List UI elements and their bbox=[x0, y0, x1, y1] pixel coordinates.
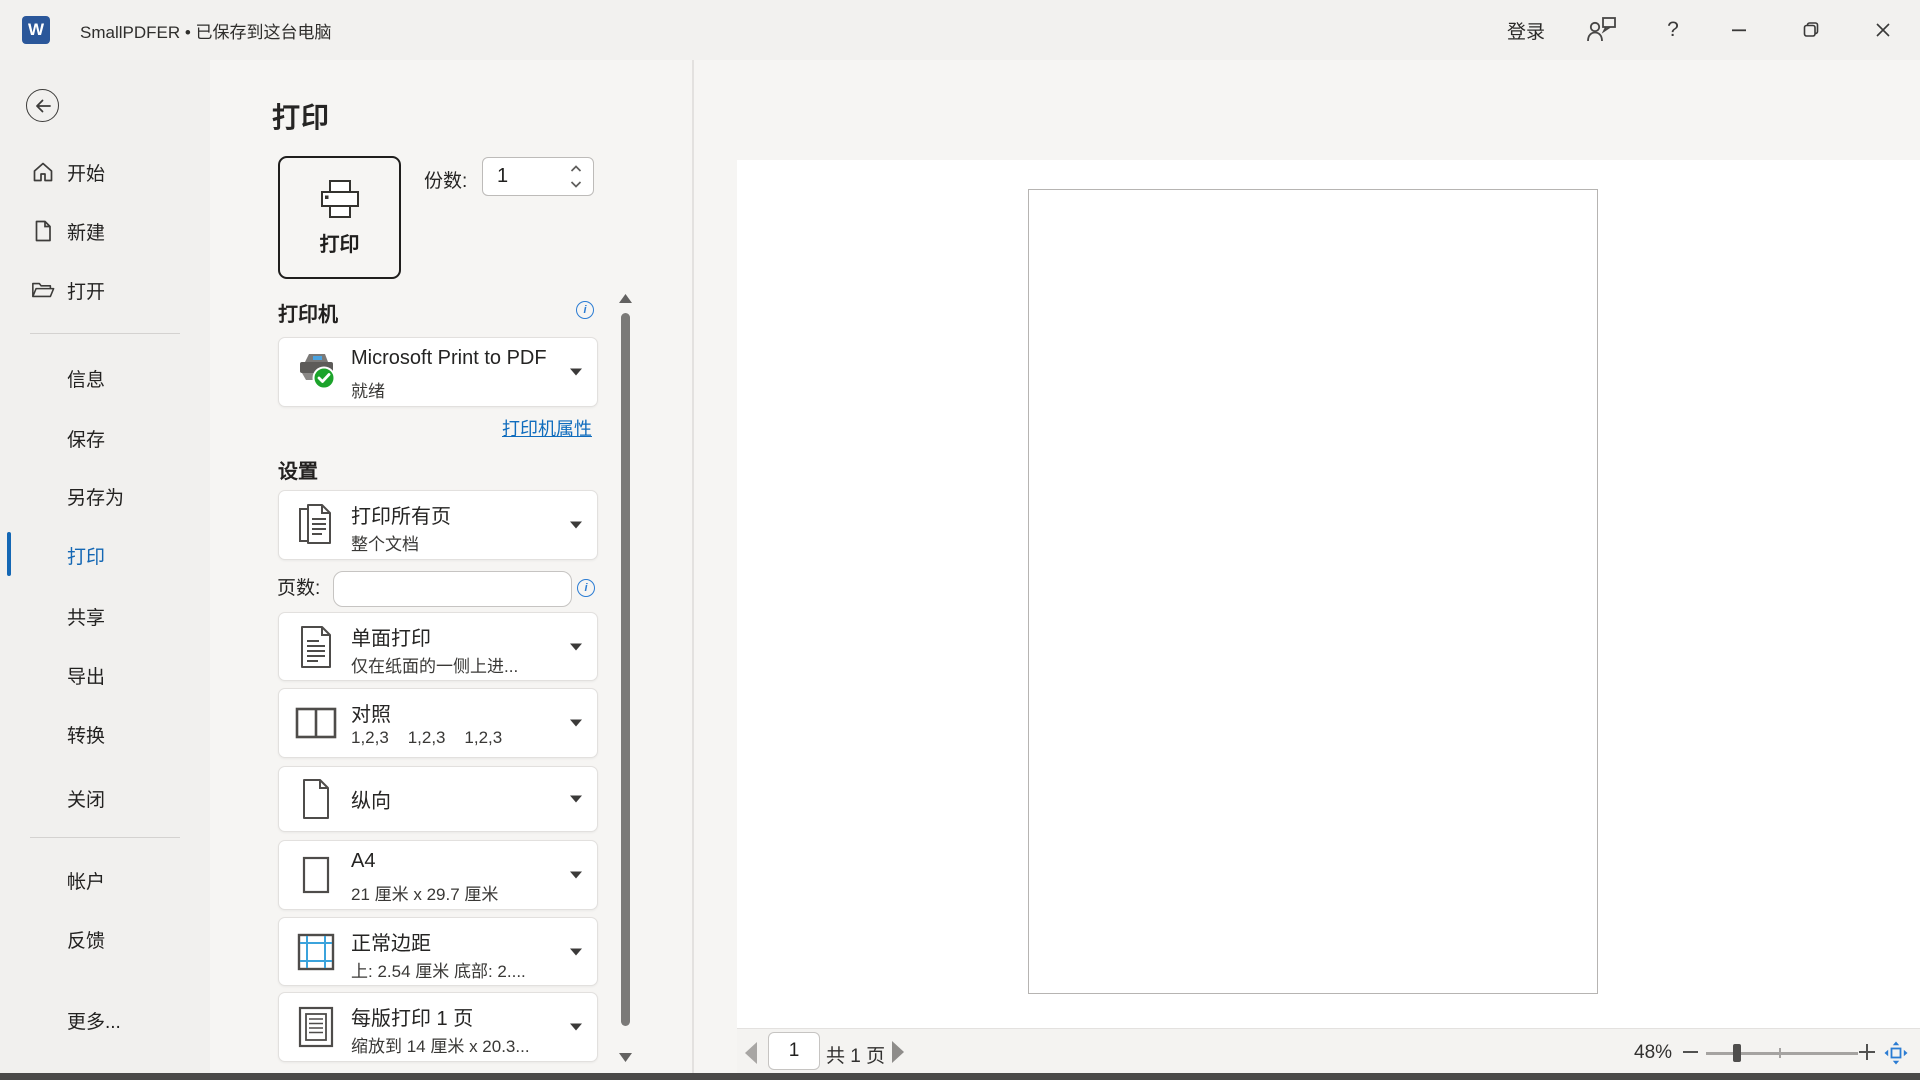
chevron-down-icon bbox=[570, 643, 582, 650]
word-logo-icon: W bbox=[22, 16, 50, 44]
next-page-button[interactable] bbox=[892, 1041, 904, 1063]
chevron-down-icon bbox=[570, 796, 582, 803]
minimize-button[interactable] bbox=[1716, 0, 1762, 60]
sidebar-item-more[interactable]: 更多... bbox=[0, 1006, 210, 1034]
restore-icon bbox=[1801, 20, 1821, 40]
copies-stepper[interactable] bbox=[482, 157, 594, 196]
minimize-icon bbox=[1729, 20, 1749, 40]
sidebar-divider bbox=[30, 837, 180, 838]
chevron-down-icon bbox=[570, 1024, 582, 1031]
sign-in-button[interactable]: 登录 bbox=[1496, 0, 1556, 60]
next-page-icon bbox=[892, 1041, 904, 1063]
page-title: 打印 bbox=[272, 96, 330, 136]
dropdown-collation[interactable]: 对照 1,2,3 1,2,3 1,2,3 bbox=[278, 688, 598, 758]
sidebar-item-save[interactable]: 保存 bbox=[0, 424, 210, 452]
printer-info-icon[interactable]: i bbox=[576, 301, 594, 319]
portrait-icon bbox=[291, 778, 341, 820]
scrollbar-down-button[interactable] bbox=[618, 1053, 633, 1065]
minus-icon bbox=[1683, 1051, 1698, 1053]
home-icon bbox=[31, 160, 55, 184]
sidebar-item-account[interactable]: 帐户 bbox=[0, 866, 210, 894]
dropdown-print-range[interactable]: 打印所有页 整个文档 bbox=[278, 490, 598, 560]
printer-ready-icon bbox=[291, 351, 341, 393]
sidebar-item-print[interactable]: 打印 bbox=[0, 541, 210, 569]
sidebar-item-new[interactable]: 新建 bbox=[0, 217, 210, 245]
sidebar-item-export[interactable]: 导出 bbox=[0, 661, 210, 689]
pages-info-icon[interactable]: i bbox=[577, 579, 595, 597]
arrow-left-icon bbox=[33, 96, 53, 116]
sidebar-item-open[interactable]: 打开 bbox=[0, 276, 210, 304]
page-total-label: 共 1 页 bbox=[826, 1041, 885, 1068]
scrollbar-thumb[interactable] bbox=[621, 313, 630, 1026]
sidebar-item-close[interactable]: 关闭 bbox=[0, 784, 210, 812]
previous-page-button[interactable] bbox=[745, 1042, 757, 1064]
printer-icon bbox=[314, 179, 366, 221]
fit-to-page-icon bbox=[1884, 1041, 1908, 1065]
sidebar-divider bbox=[30, 333, 180, 334]
close-button[interactable] bbox=[1860, 0, 1906, 60]
open-folder-icon bbox=[31, 278, 55, 302]
sidebar-item-info[interactable]: 信息 bbox=[0, 364, 210, 392]
printer-properties-link[interactable]: 打印机属性 bbox=[502, 415, 592, 441]
dropdown-paper-size[interactable]: A4 21 厘米 x 29.7 厘米 bbox=[278, 840, 598, 910]
scrollbar-up-button[interactable] bbox=[618, 294, 633, 306]
word-logo-letter: W bbox=[28, 20, 44, 40]
zoom-slider-center-tick bbox=[1779, 1048, 1781, 1058]
sidebar-item-transform[interactable]: 转换 bbox=[0, 720, 210, 748]
printer-name: Microsoft Print to PDF bbox=[351, 347, 547, 370]
settings-section-title: 设置 bbox=[278, 455, 318, 484]
dropdown-pages-per-sheet[interactable]: 每版打印 1 页 缩放到 14 厘米 x 20.3... bbox=[278, 992, 598, 1062]
print-button-label: 打印 bbox=[320, 228, 360, 257]
pages-input[interactable] bbox=[333, 571, 572, 607]
one-sided-icon bbox=[291, 625, 341, 669]
stepper-up-icon[interactable] bbox=[568, 163, 584, 175]
pages-per-sheet-icon bbox=[291, 1006, 341, 1048]
print-all-pages-icon bbox=[291, 503, 341, 547]
sidebar-item-home[interactable]: 开始 bbox=[0, 158, 210, 186]
chevron-down-icon bbox=[570, 369, 582, 376]
zoom-slider-track[interactable] bbox=[1706, 1052, 1858, 1055]
pages-label: 页数: bbox=[277, 573, 320, 600]
copies-input[interactable] bbox=[497, 158, 557, 195]
fit-to-page-button[interactable] bbox=[1884, 1041, 1908, 1070]
printer-section-title: 打印机 bbox=[278, 298, 338, 327]
chevron-down-icon bbox=[570, 872, 582, 879]
print-button[interactable]: 打印 bbox=[278, 156, 401, 279]
zoom-percent-label[interactable]: 48% bbox=[1634, 1042, 1672, 1064]
back-button[interactable] bbox=[26, 89, 59, 122]
close-icon bbox=[1873, 20, 1893, 40]
collated-icon bbox=[291, 707, 341, 739]
dropdown-margins[interactable]: 正常边距 上: 2.54 厘米 底部: 2.... bbox=[278, 917, 598, 986]
chevron-down-icon bbox=[570, 522, 582, 529]
preview-bottom-bar bbox=[737, 1028, 1920, 1073]
copies-label: 份数: bbox=[424, 166, 467, 193]
zoom-out-button[interactable] bbox=[1683, 1051, 1698, 1053]
feedback-person-button[interactable] bbox=[1578, 0, 1624, 60]
help-button[interactable]: ? bbox=[1650, 0, 1696, 60]
margins-icon bbox=[291, 932, 341, 972]
zoom-in-button[interactable] bbox=[1859, 1044, 1875, 1060]
titlebar: W SmallPDFER • 已保存到这台电脑 登录 ? bbox=[0, 0, 1920, 60]
person-feedback-icon bbox=[1585, 16, 1617, 44]
dropdown-duplex[interactable]: 单面打印 仅在纸面的一侧上进... bbox=[278, 612, 598, 681]
printer-status: 就绪 bbox=[351, 377, 385, 402]
page-number-input[interactable] bbox=[768, 1032, 820, 1070]
paper-a4-icon bbox=[291, 856, 341, 894]
sidebar-item-save-as[interactable]: 另存为 bbox=[0, 482, 210, 510]
sidebar-item-share[interactable]: 共享 bbox=[0, 602, 210, 630]
preview-page bbox=[1028, 189, 1598, 994]
sidebar-item-feedback[interactable]: 反馈 bbox=[0, 925, 210, 953]
taskbar-edge bbox=[0, 1073, 1920, 1080]
printer-select[interactable]: Microsoft Print to PDF 就绪 bbox=[278, 337, 598, 407]
chevron-down-icon bbox=[570, 948, 582, 955]
previous-page-icon bbox=[745, 1042, 757, 1064]
stepper-down-icon[interactable] bbox=[568, 178, 584, 190]
new-document-icon bbox=[31, 219, 55, 243]
dropdown-orientation[interactable]: 纵向 bbox=[278, 766, 598, 832]
panel-divider bbox=[692, 60, 694, 1073]
zoom-slider-thumb[interactable] bbox=[1733, 1044, 1741, 1062]
app-title: SmallPDFER • 已保存到这台电脑 bbox=[80, 0, 332, 60]
restore-button[interactable] bbox=[1788, 0, 1834, 60]
chevron-down-icon bbox=[570, 720, 582, 727]
